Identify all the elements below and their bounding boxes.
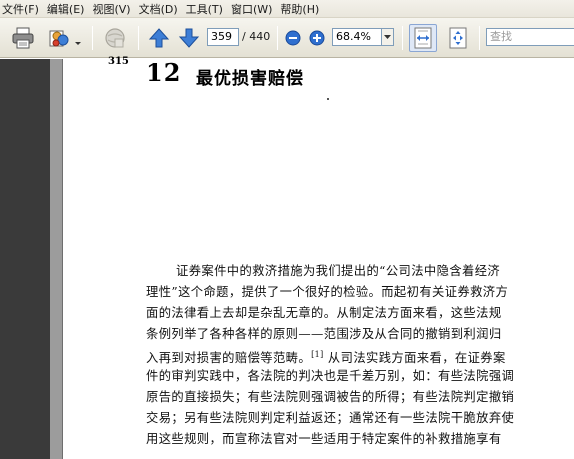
chapter-title: 最优损害赔偿 <box>196 69 304 89</box>
menu-tools[interactable]: 工具(T) <box>186 1 223 17</box>
zoom-out-button[interactable] <box>284 29 302 47</box>
fit-page-icon <box>449 27 467 49</box>
paragraph-line: 原告的直接损失；有些法院则强调被告的所得；有些法院判定撤销 <box>146 390 515 404</box>
zoom-in-icon <box>309 30 325 46</box>
fit-width-icon <box>414 27 432 49</box>
paragraph-line: 入再到对损害的赔偿等范畴。[1] 从司法实践方面来看，在证券案 <box>146 345 566 368</box>
menu-file[interactable]: 文件(F) <box>2 1 39 17</box>
paragraph-line: 件的审判实践中，各法院的判决也是千差万别，如：有些法院强调 <box>146 369 515 383</box>
paragraph-line: 面的法律看上去却是杂乱无章的。从制定法方面来看，这些法规 <box>146 306 502 320</box>
search-input[interactable]: 查找 <box>486 28 574 46</box>
toolbar-separator <box>277 26 278 50</box>
arrow-down-icon <box>178 28 200 48</box>
page-mark <box>327 98 329 100</box>
chevron-down-icon <box>384 34 391 39</box>
navigation-pane <box>0 59 50 459</box>
fit-page-button[interactable] <box>444 24 472 52</box>
chevron-down-icon <box>75 42 81 45</box>
zoom-out-icon <box>285 30 301 46</box>
menu-help[interactable]: 帮助(H) <box>280 1 319 17</box>
fit-width-button[interactable] <box>409 24 437 52</box>
page-number-text: 315 <box>108 56 129 67</box>
zoom-in-button[interactable] <box>308 29 326 47</box>
globe-disabled-icon <box>105 28 125 48</box>
page-gutter <box>50 59 62 459</box>
line-text: 入再到对损害的赔偿等范畴。 <box>146 351 312 366</box>
next-page-button[interactable] <box>177 26 201 50</box>
footnote-reference[interactable]: [1] <box>311 350 324 359</box>
line-text: 从司法实践方面来看，在证券案 <box>327 351 506 366</box>
previous-page-button[interactable] <box>147 26 171 50</box>
chapter-number: 12 <box>146 58 182 87</box>
toolbar-separator <box>479 26 480 50</box>
page-total-label: / 440 <box>242 30 271 43</box>
menu-document[interactable]: 文档(D) <box>139 1 178 17</box>
menu-view[interactable]: 视图(V) <box>92 1 130 17</box>
share-button[interactable] <box>46 25 72 51</box>
print-button[interactable] <box>10 25 36 51</box>
page-number-input[interactable]: 359 <box>207 28 239 46</box>
paragraph-line: 理性”这个命题，提供了一个很好的检验。而起初有关证券救济方 <box>146 285 509 299</box>
zoom-dropdown-button[interactable] <box>382 28 394 46</box>
toolbar-separator <box>402 26 403 50</box>
toolbar-separator <box>92 26 93 50</box>
menu-window[interactable]: 窗口(W) <box>231 1 272 17</box>
arrow-up-icon <box>148 28 170 48</box>
paragraph-line: 证券案件中的救济措施为我们提出的“公司法中隐含着经济 <box>176 264 501 278</box>
menu-bar: 文件(F) 编辑(E) 视图(V) 文档(D) 工具(T) 窗口(W) 帮助(H… <box>0 0 574 18</box>
menu-edit[interactable]: 编辑(E) <box>47 1 85 17</box>
share-icon <box>49 30 69 47</box>
toolbar-separator <box>138 26 139 50</box>
share-dropdown-arrow[interactable] <box>74 36 82 45</box>
paragraph-line: 用这些规则，而宣称法官对一些适用于特定案件的补救措施享有 <box>146 432 502 446</box>
paragraph-line: 条例列举了各种各样的原则——范围涉及从合同的撤销到利润归 <box>146 327 502 341</box>
paragraph-line: 交易；另有些法院则判定利益返还；通常还有一些法院干脆放弃使 <box>146 411 515 425</box>
zoom-level-field[interactable]: 68.4% <box>332 28 382 46</box>
printer-icon <box>12 27 34 49</box>
disabled-tool-button[interactable] <box>102 25 128 51</box>
